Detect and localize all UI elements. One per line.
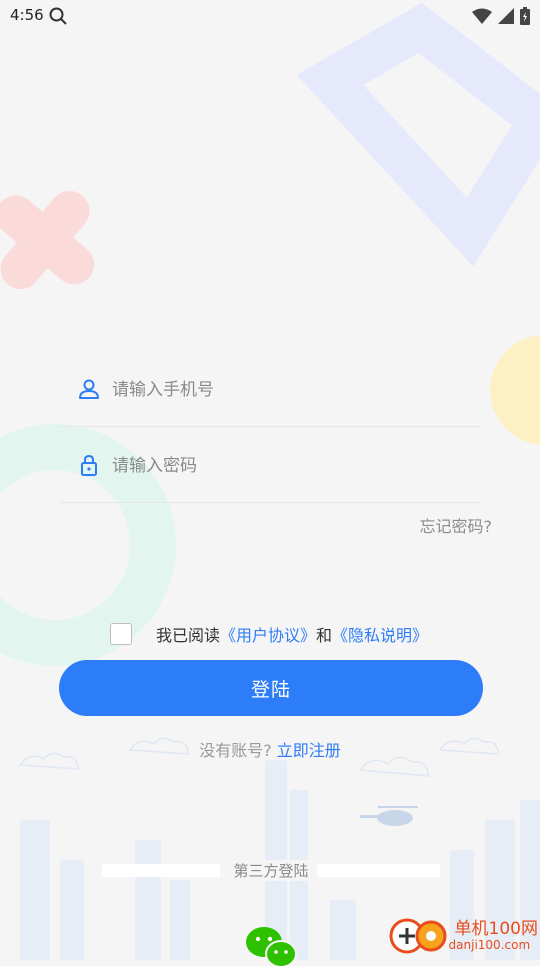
privacy-policy-link[interactable]: 《隐私说明》 [332,622,428,646]
wifi-icon [472,8,492,24]
lock-icon [81,454,97,476]
search-icon [49,7,67,25]
agreement-and: 和 [316,626,333,645]
watermark-title: 单机100网 [454,919,538,939]
third-party-label: 第三方登陆 [219,859,323,881]
agreement-row: 我已阅读 《用户协议》 和 《隐私说明》 [110,622,428,646]
watermark-logo-icon [389,918,447,954]
phone-input[interactable] [110,372,474,408]
register-link[interactable]: 立即注册 [277,741,341,760]
forgot-password-link[interactable]: 忘记密码? [420,513,493,537]
register-row: 没有账号? 立即注册 [0,737,540,761]
watermark: 单机100网 danji100.com [387,914,538,958]
watermark-text: 单机100网 danji100.com [449,920,538,952]
register-prompt: 没有账号? [199,741,272,760]
watermark-url: danji100.com [448,938,531,952]
status-icons [472,6,530,26]
divider-line-left [108,869,220,871]
wechat-login-icon[interactable] [244,926,300,966]
battery-icon [520,7,530,25]
phone-field [60,352,480,427]
login-button[interactable]: 登陆 [59,660,483,716]
password-field [60,428,480,503]
agreement-prefix: 我已阅读 [156,626,221,645]
signal-icon [498,8,514,24]
status-time: 4:56 [10,6,44,24]
agreement-checkbox[interactable] [110,623,132,645]
status-bar: 4:56 [0,0,540,32]
user-agreement-link[interactable]: 《用户协议》 [220,622,316,646]
third-party-divider: 第三方登陆 [108,859,435,881]
password-input[interactable] [110,448,474,484]
user-icon [79,379,99,399]
divider-line-right [322,869,435,871]
